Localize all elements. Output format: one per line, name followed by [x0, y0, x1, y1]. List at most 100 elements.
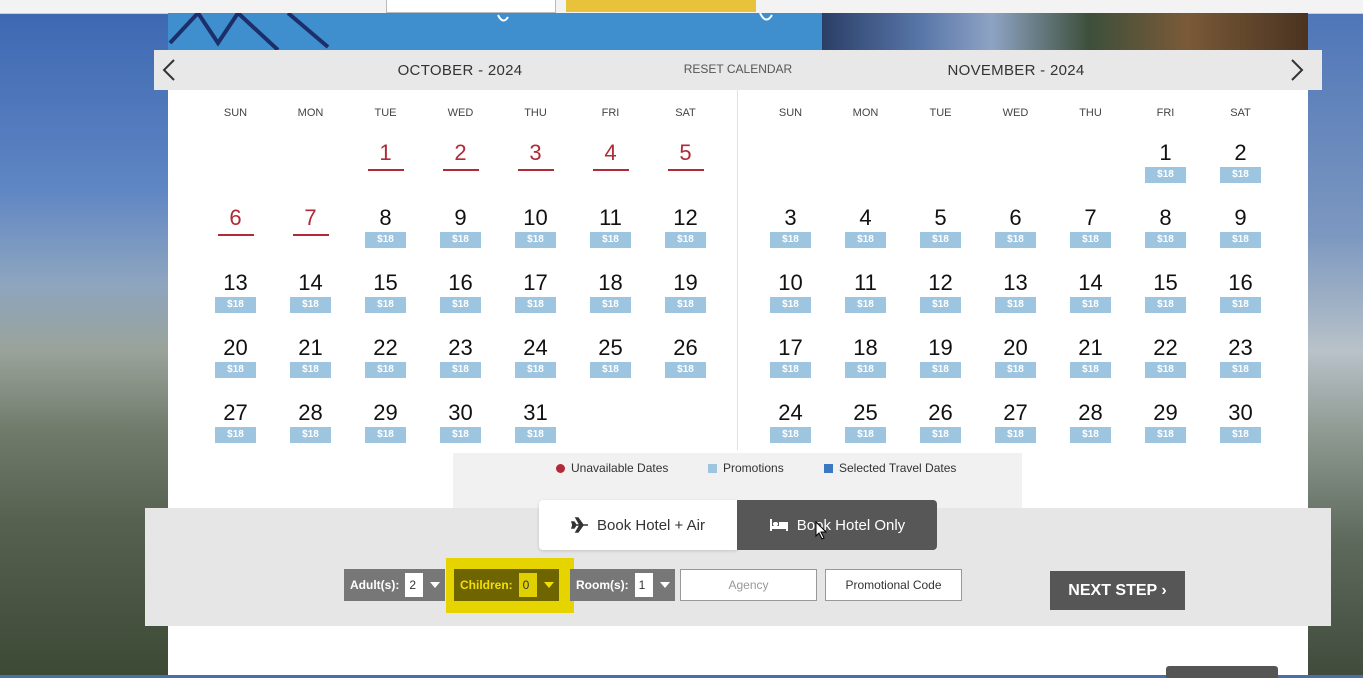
- chevron-right-icon[interactable]: [1282, 50, 1312, 90]
- calendar-day[interactable]: 18 $18: [828, 335, 903, 395]
- calendar-day[interactable]: 28 $18: [273, 400, 348, 460]
- calendar-day[interactable]: 21 $18: [273, 335, 348, 395]
- day-number: 19: [928, 335, 953, 360]
- price-badge: $18: [290, 362, 331, 378]
- calendar-day[interactable]: 3 $18: [753, 205, 828, 265]
- caret-down-icon[interactable]: [539, 582, 559, 588]
- calendar-day[interactable]: 11 $18: [828, 270, 903, 330]
- calendar-day[interactable]: 30 $18: [1203, 400, 1278, 460]
- calendar-day[interactable]: 8 $18: [348, 205, 423, 265]
- price-badge: $18: [1070, 427, 1111, 443]
- price-badge: $18: [845, 232, 886, 248]
- agency-input[interactable]: Agency: [680, 569, 817, 601]
- calendar-day[interactable]: 9 $18: [1203, 205, 1278, 265]
- calendar-day[interactable]: 25 $18: [828, 400, 903, 460]
- calendar-day[interactable]: 12 $18: [903, 270, 978, 330]
- toolbar-highlight-button[interactable]: [566, 0, 756, 12]
- calendar-day[interactable]: 26 $18: [903, 400, 978, 460]
- children-value: 0: [518, 573, 537, 597]
- calendar-day[interactable]: 16 $18: [423, 270, 498, 330]
- calendar-day[interactable]: 14 $18: [273, 270, 348, 330]
- calendar-day[interactable]: 23 $18: [1203, 335, 1278, 395]
- weekday-header: MON: [852, 107, 879, 119]
- promo-code-input[interactable]: Promotional Code: [825, 569, 962, 601]
- calendar-day[interactable]: 15 $18: [1128, 270, 1203, 330]
- calendar-day[interactable]: 20 $18: [198, 335, 273, 395]
- calendar-day[interactable]: 1 $18: [1128, 140, 1203, 200]
- calendar-day[interactable]: 20 $18: [978, 335, 1053, 395]
- day-number: 26: [928, 400, 953, 425]
- adults-select[interactable]: Adult(s): 2: [344, 569, 446, 601]
- price-badge: $18: [1220, 362, 1261, 378]
- calendar-day[interactable]: 7 $18: [1053, 205, 1128, 265]
- calendar-day[interactable]: 27 $18: [978, 400, 1053, 460]
- rooms-label: Room(s):: [576, 578, 629, 592]
- caret-down-icon[interactable]: [655, 582, 675, 588]
- toolbar-search-field[interactable]: [386, 0, 556, 13]
- rooms-value: 1: [634, 573, 653, 597]
- unavailable-underline: [217, 234, 254, 236]
- calendar-day[interactable]: 2 $18: [1203, 140, 1278, 200]
- calendar-day[interactable]: 28 $18: [1053, 400, 1128, 460]
- calendar-day[interactable]: 9 $18: [423, 205, 498, 265]
- calendar-day[interactable]: 24 $18: [753, 400, 828, 460]
- calendar-day: 5: [648, 140, 723, 200]
- children-select[interactable]: Children: 0: [454, 569, 559, 601]
- calendar-day[interactable]: 30 $18: [423, 400, 498, 460]
- day-number: 27: [1003, 400, 1028, 425]
- adults-label: Adult(s):: [350, 578, 400, 592]
- calendar-day[interactable]: 29 $18: [1128, 400, 1203, 460]
- calendar-day[interactable]: 6 $18: [978, 205, 1053, 265]
- calendar-day[interactable]: 13 $18: [198, 270, 273, 330]
- calendar-day[interactable]: 31 $18: [498, 400, 573, 460]
- bottom-button-partial[interactable]: [1166, 666, 1278, 678]
- calendar-day[interactable]: 22 $18: [1128, 335, 1203, 395]
- calendar-day[interactable]: 24 $18: [498, 335, 573, 395]
- calendar-day[interactable]: 23 $18: [423, 335, 498, 395]
- calendar-day: 6: [198, 205, 273, 265]
- tab-book-hotel-air[interactable]: Book Hotel + Air: [539, 500, 737, 550]
- day-number: 10: [523, 205, 548, 230]
- calendar-day[interactable]: 18 $18: [573, 270, 648, 330]
- calendar-day[interactable]: 17 $18: [498, 270, 573, 330]
- calendar-day[interactable]: 17 $18: [753, 335, 828, 395]
- unavailable-underline: [367, 169, 404, 171]
- day-number: 13: [223, 270, 248, 295]
- caret-down-icon[interactable]: [425, 582, 445, 588]
- day-number: 7: [1084, 205, 1097, 230]
- calendar-day[interactable]: 5 $18: [903, 205, 978, 265]
- calendar-day[interactable]: 13 $18: [978, 270, 1053, 330]
- calendar-day[interactable]: 12 $18: [648, 205, 723, 265]
- calendar-day[interactable]: 16 $18: [1203, 270, 1278, 330]
- day-number: 12: [928, 270, 953, 295]
- calendar-day[interactable]: 25 $18: [573, 335, 648, 395]
- day-number: 2: [1234, 140, 1247, 165]
- next-step-button[interactable]: NEXT STEP ›: [1050, 571, 1185, 610]
- day-number: 24: [523, 335, 548, 360]
- calendar-day[interactable]: 10 $18: [498, 205, 573, 265]
- rooms-select[interactable]: Room(s): 1: [570, 569, 675, 601]
- calendar-day[interactable]: 11 $18: [573, 205, 648, 265]
- price-badge: $18: [1145, 232, 1186, 248]
- price-badge: $18: [365, 427, 406, 443]
- tab-book-hotel-only[interactable]: Book Hotel Only: [737, 500, 937, 550]
- chevron-left-icon[interactable]: [154, 50, 184, 90]
- day-number: 14: [298, 270, 323, 295]
- day-number: 1: [1159, 140, 1172, 165]
- calendar-day[interactable]: 4 $18: [828, 205, 903, 265]
- reset-calendar-button[interactable]: RESET CALENDAR: [648, 62, 828, 76]
- calendar-day[interactable]: 27 $18: [198, 400, 273, 460]
- calendar-day[interactable]: 8 $18: [1128, 205, 1203, 265]
- calendar-day[interactable]: 19 $18: [903, 335, 978, 395]
- tab-book-hotel-air-label: Book Hotel + Air: [597, 516, 705, 534]
- calendar-day[interactable]: 14 $18: [1053, 270, 1128, 330]
- calendar-day[interactable]: 26 $18: [648, 335, 723, 395]
- calendar-day[interactable]: 22 $18: [348, 335, 423, 395]
- calendar-day[interactable]: 10 $18: [753, 270, 828, 330]
- price-badge: $18: [770, 232, 811, 248]
- calendar-day[interactable]: 29 $18: [348, 400, 423, 460]
- calendar-day[interactable]: 15 $18: [348, 270, 423, 330]
- calendar-day[interactable]: 19 $18: [648, 270, 723, 330]
- price-badge: $18: [215, 297, 256, 313]
- calendar-day[interactable]: 21 $18: [1053, 335, 1128, 395]
